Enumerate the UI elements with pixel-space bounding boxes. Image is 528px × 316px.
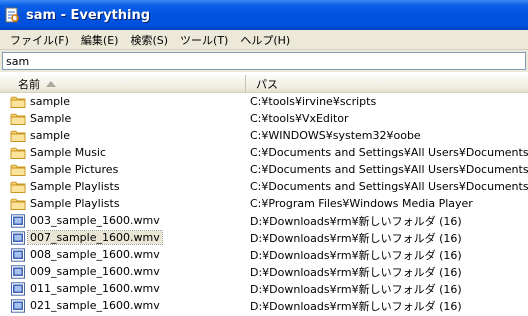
- file-path: C:¥tools¥irvine¥scripts: [250, 95, 377, 108]
- video-file-icon: [10, 264, 26, 279]
- result-row[interactable]: Sample Pictures C:¥Documents and Settings…: [0, 161, 528, 178]
- name-cell: 011_sample_1600.wmv: [0, 281, 246, 296]
- name-cell: Sample Music: [0, 146, 246, 160]
- menu-file[interactable]: ファイル(F): [4, 32, 75, 48]
- result-row[interactable]: Sample C:¥tools¥VxEditor: [0, 110, 528, 127]
- result-row[interactable]: 009_sample_1600.wmv D:¥Downloads¥rm¥新しいフォ…: [0, 263, 528, 280]
- results-list: sample C:¥tools¥irvine¥scripts Sample C:¥t…: [0, 93, 528, 313]
- search-bar: [0, 50, 528, 72]
- name-cell: Sample Playlists: [0, 197, 246, 211]
- result-row[interactable]: 021_sample_1600.wmv D:¥Downloads¥rm¥新しいフォ…: [0, 297, 528, 314]
- file-path: C:¥tools¥VxEditor: [250, 112, 349, 125]
- folder-icon: [10, 197, 26, 211]
- menu-help[interactable]: ヘルプ(H): [234, 32, 296, 48]
- file-name: sample: [30, 129, 70, 142]
- file-path: D:¥Downloads¥rm¥新しいフォルダ (16): [250, 231, 462, 245]
- result-row[interactable]: 007_sample_1600.wmv D:¥Downloads¥rm¥新しいフォ…: [0, 229, 528, 246]
- file-path: C:¥Documents and Settings¥All Users¥Docu…: [250, 163, 528, 176]
- name-cell: 007_sample_1600.wmv: [0, 230, 246, 245]
- file-path: C:¥Documents and Settings¥All Users¥Docu…: [250, 180, 528, 193]
- folder-icon: [10, 95, 26, 109]
- name-cell: 003_sample_1600.wmv: [0, 213, 246, 228]
- folder-icon: [10, 146, 26, 160]
- file-name: 003_sample_1600.wmv: [30, 214, 160, 227]
- file-name: 008_sample_1600.wmv: [30, 248, 160, 261]
- everything-app-icon: [4, 7, 20, 23]
- file-path: D:¥Downloads¥rm¥新しいフォルダ (16): [250, 299, 462, 313]
- file-path: D:¥Downloads¥rm¥新しいフォルダ (16): [250, 214, 462, 228]
- file-path: C:¥WINDOWS¥system32¥oobe: [250, 129, 421, 142]
- folder-icon: [10, 129, 26, 143]
- name-cell: Sample Playlists: [0, 180, 246, 194]
- folder-icon: [10, 180, 26, 194]
- name-cell: Sample: [0, 112, 246, 126]
- path-column-label: パス: [256, 77, 278, 91]
- window-title: sam - Everything: [26, 7, 151, 23]
- file-path: C:¥Program Files¥Windows Media Player: [250, 197, 473, 210]
- folder-icon: [10, 112, 26, 126]
- video-file-icon: [10, 213, 26, 228]
- menu-search[interactable]: 検索(S): [124, 32, 174, 48]
- column-header: 名前 パス: [0, 75, 528, 93]
- name-cell: 008_sample_1600.wmv: [0, 247, 246, 262]
- menu-edit[interactable]: 編集(E): [75, 32, 125, 48]
- file-name: Sample: [30, 112, 72, 125]
- result-row[interactable]: sample C:¥WINDOWS¥system32¥oobe: [0, 127, 528, 144]
- video-file-icon: [10, 247, 26, 262]
- video-file-icon: [10, 281, 26, 296]
- file-name: sample: [30, 95, 70, 108]
- result-row[interactable]: 008_sample_1600.wmv D:¥Downloads¥rm¥新しいフォ…: [0, 246, 528, 263]
- path-column-header[interactable]: パス: [246, 75, 528, 92]
- file-path: D:¥Downloads¥rm¥新しいフォルダ (16): [250, 265, 462, 279]
- file-path: D:¥Downloads¥rm¥新しいフォルダ (16): [250, 248, 462, 262]
- file-name: Sample Pictures: [30, 163, 119, 176]
- file-path: C:¥Documents and Settings¥All Users¥Docu…: [250, 146, 528, 159]
- name-cell: sample: [0, 95, 246, 109]
- name-cell: 009_sample_1600.wmv: [0, 264, 246, 279]
- result-row[interactable]: 011_sample_1600.wmv D:¥Downloads¥rm¥新しいフォ…: [0, 280, 528, 297]
- name-column-header[interactable]: 名前: [0, 75, 246, 92]
- file-name: 011_sample_1600.wmv: [30, 282, 160, 295]
- result-row[interactable]: Sample Playlists C:¥Program Files¥Windows…: [0, 195, 528, 212]
- folder-icon: [10, 163, 26, 177]
- file-name: Sample Playlists: [30, 180, 120, 193]
- file-name: 021_sample_1600.wmv: [30, 299, 160, 312]
- file-name: 009_sample_1600.wmv: [30, 265, 160, 278]
- search-input[interactable]: [2, 52, 526, 70]
- file-name: 007_sample_1600.wmv: [27, 230, 163, 245]
- result-row[interactable]: Sample Playlists C:¥Documents and Setting…: [0, 178, 528, 195]
- sort-ascending-icon: [46, 80, 56, 87]
- name-cell: 021_sample_1600.wmv: [0, 298, 246, 313]
- menu-bar: ファイル(F) 編集(E) 検索(S) ツール(T) ヘルプ(H): [0, 30, 528, 50]
- name-cell: sample: [0, 129, 246, 143]
- title-bar[interactable]: sam - Everything: [0, 0, 528, 30]
- menu-tools[interactable]: ツール(T): [174, 32, 234, 48]
- file-name: Sample Playlists: [30, 197, 120, 210]
- name-cell: Sample Pictures: [0, 163, 246, 177]
- file-name: Sample Music: [30, 146, 107, 159]
- name-column-label: 名前: [18, 77, 40, 91]
- result-row[interactable]: 003_sample_1600.wmv D:¥Downloads¥rm¥新しいフォ…: [0, 212, 528, 229]
- video-file-icon: [10, 230, 26, 245]
- file-path: D:¥Downloads¥rm¥新しいフォルダ (16): [250, 282, 462, 296]
- result-row[interactable]: sample C:¥tools¥irvine¥scripts: [0, 93, 528, 110]
- video-file-icon: [10, 298, 26, 313]
- result-row[interactable]: Sample Music C:¥Documents and Settings¥Al…: [0, 144, 528, 161]
